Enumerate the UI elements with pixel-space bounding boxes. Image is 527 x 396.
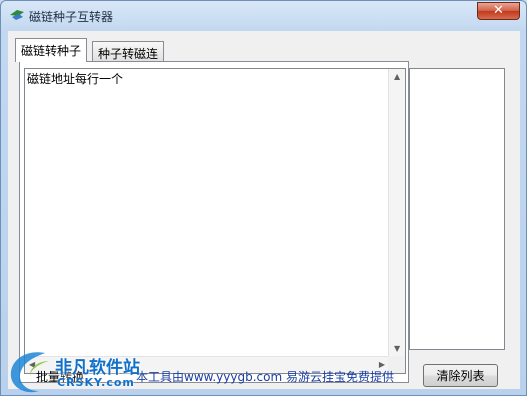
tab-torrent-to-magnet[interactable]: 种子转磁连 bbox=[92, 41, 165, 63]
scroll-left-icon[interactable]: ◀ bbox=[29, 361, 35, 369]
scroll-down-icon[interactable]: ▼ bbox=[394, 345, 400, 353]
client-area: 磁链转种子 种子转磁连 磁链地址每行一个 ▲ ▼ ◀ ▶ 批量转换 本工具由ww… bbox=[8, 31, 520, 389]
close-button[interactable]: ✕ bbox=[477, 2, 520, 20]
clear-list-button[interactable]: 清除列表 bbox=[423, 364, 498, 387]
magnet-input[interactable]: 磁链地址每行一个 ▲ ▼ ◀ ▶ bbox=[24, 68, 406, 374]
result-listbox[interactable] bbox=[409, 68, 505, 350]
window-title: 磁链种子互转器 bbox=[29, 10, 114, 24]
vertical-scrollbar[interactable]: ▲ ▼ bbox=[388, 69, 405, 357]
app-window: 磁链种子互转器 ✕ 磁链转种子 种子转磁连 磁链地址每行一个 ▲ ▼ ◀ ▶ 批… bbox=[0, 0, 527, 396]
magnet-input-text: 磁链地址每行一个 bbox=[27, 72, 124, 86]
title-bar[interactable]: 磁链种子互转器 ✕ bbox=[1, 1, 526, 30]
magnet-icon bbox=[10, 10, 24, 20]
scroll-up-icon[interactable]: ▲ bbox=[394, 73, 400, 81]
tab-magnet-to-torrent[interactable]: 磁链转种子 bbox=[15, 38, 88, 62]
batch-convert-label[interactable]: 批量转换 bbox=[36, 368, 84, 385]
credit-text: 本工具由www.yyygb.com 易游云挂宝免费提供 bbox=[136, 370, 394, 384]
